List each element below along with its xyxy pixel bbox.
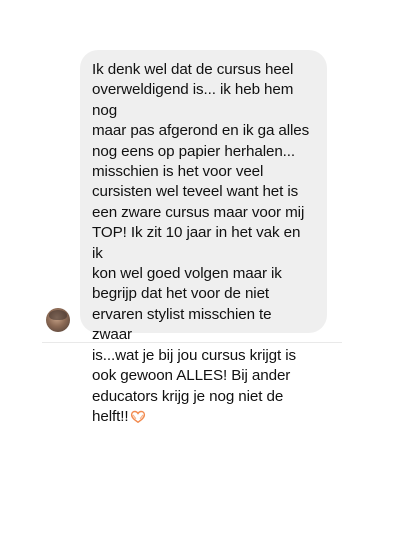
heart-hands-emoji-icon <box>130 410 146 428</box>
message-text: Ik denk wel dat de cursus heel overweldi… <box>92 61 310 425</box>
message-row: Ik denk wel dat de cursus heel overweldi… <box>42 50 342 425</box>
message-bubble[interactable]: Ik denk wel dat de cursus heel overweldi… <box>80 50 327 425</box>
avatar[interactable] <box>46 308 70 332</box>
divider <box>42 342 342 343</box>
chat-screen: Ik denk wel dat de cursus heel overweldi… <box>0 0 400 545</box>
